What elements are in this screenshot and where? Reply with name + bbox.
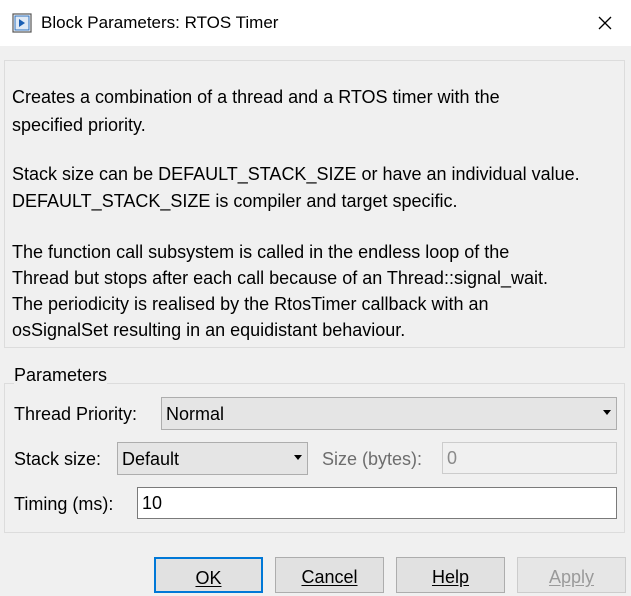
apply-button[interactable]: Apply: [517, 557, 626, 593]
thread-priority-value: Normal: [166, 404, 225, 424]
cancel-button-label: Cancel: [301, 567, 358, 587]
cancel-button[interactable]: Cancel: [275, 557, 384, 593]
title-bar: Block Parameters: RTOS Timer: [0, 0, 631, 46]
ok-button-label: OK: [195, 568, 222, 588]
close-button[interactable]: [588, 8, 622, 38]
window-title: Block Parameters: RTOS Timer: [41, 13, 279, 32]
timing-label: Timing (ms):: [14, 494, 114, 514]
chevron-down-icon: [603, 410, 611, 415]
timing-value: 10: [142, 493, 163, 513]
size-bytes-label: Size (bytes):: [322, 449, 423, 469]
close-icon: [598, 16, 612, 30]
description-line: The function call subsystem is called in…: [12, 242, 510, 262]
help-button[interactable]: Help: [396, 557, 505, 593]
parameters-group-label: Parameters: [14, 364, 108, 386]
description-line: osSignalSet resulting in an equidistant …: [12, 320, 406, 340]
size-bytes-value: 0: [447, 448, 458, 468]
apply-button-label: Apply: [548, 567, 595, 587]
timing-field[interactable]: 10: [137, 487, 617, 519]
description-line: DEFAULT_STACK_SIZE is compiler and targe…: [12, 191, 458, 211]
ok-button[interactable]: OK: [154, 557, 263, 593]
description-line: Creates a combination of a thread and a …: [12, 87, 500, 107]
description-line: Stack size can be DEFAULT_STACK_SIZE or …: [12, 164, 580, 184]
description-line: The periodicity is realised by the RtosT…: [12, 294, 489, 314]
stack-size-dropdown[interactable]: Default: [117, 442, 308, 475]
thread-priority-label: Thread Priority:: [14, 404, 138, 424]
stack-size-value: Default: [122, 449, 180, 469]
chevron-down-icon: [294, 455, 302, 460]
description-line: specified priority.: [12, 115, 146, 135]
size-bytes-field[interactable]: 0: [442, 442, 617, 474]
simulink-block-icon: [12, 13, 32, 33]
thread-priority-dropdown[interactable]: Normal: [161, 397, 617, 430]
stack-size-label: Stack size:: [14, 449, 102, 469]
description-line: Thread but stops after each call because…: [12, 268, 548, 288]
help-button-label: Help: [431, 567, 470, 587]
